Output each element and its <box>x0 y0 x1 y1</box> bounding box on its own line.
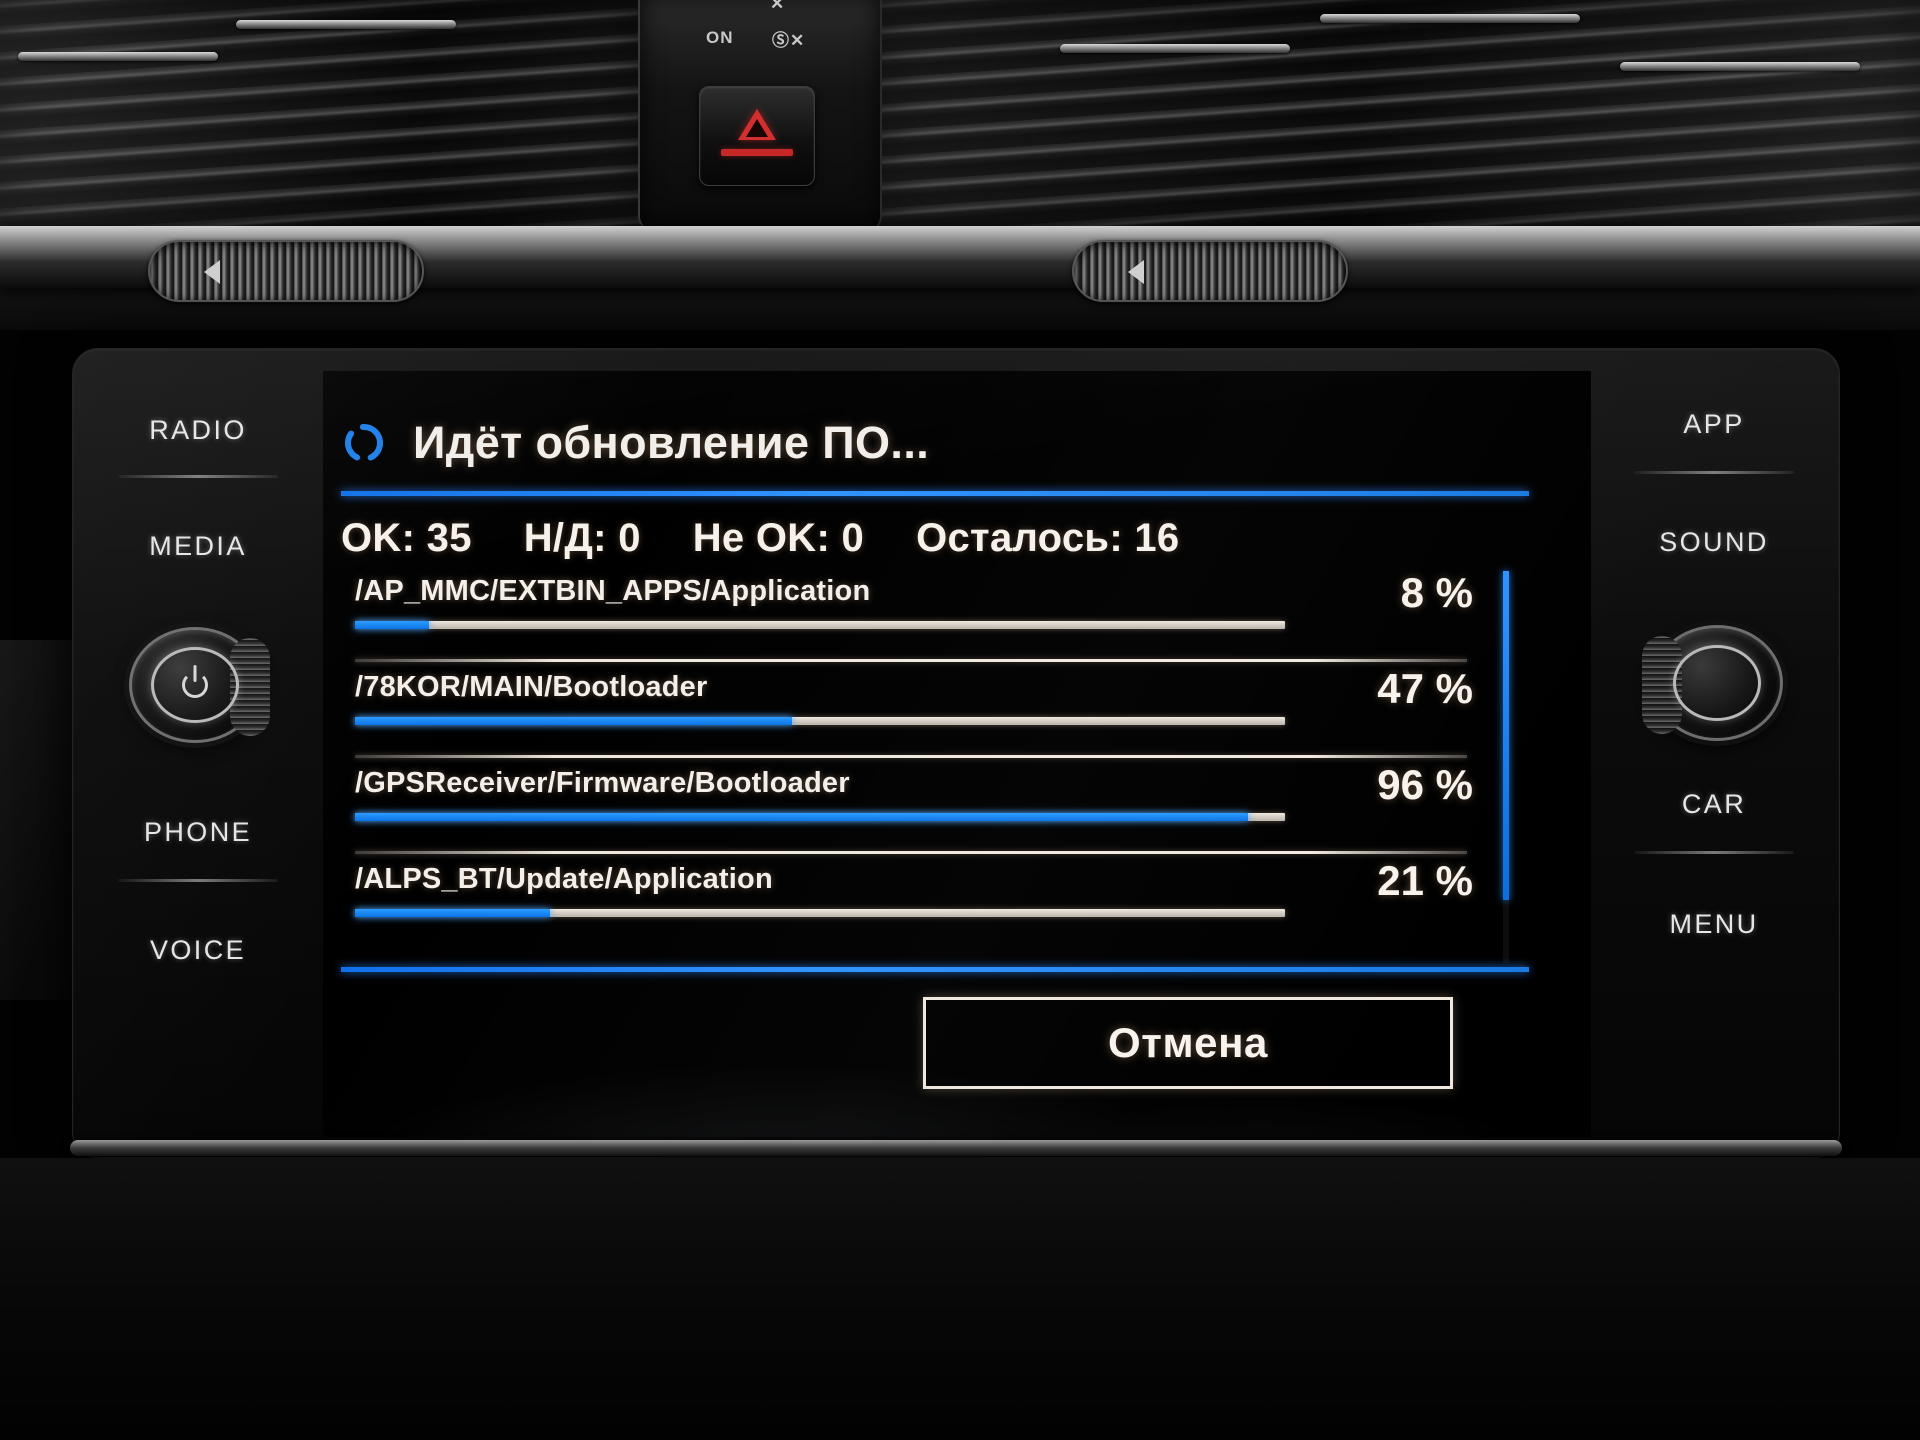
vent-on-label: ON <box>706 28 734 47</box>
list-item[interactable]: /AP_MMC/EXTBIN_APPS/Application 8 % <box>341 569 1491 669</box>
air-vent-band <box>0 0 1920 232</box>
tune-scroll-knob[interactable] <box>1642 625 1783 741</box>
vent-chrome-trim <box>18 52 218 61</box>
progress-bar-fill <box>355 621 430 629</box>
button-divider <box>118 879 278 882</box>
vertical-scrollbar-thumb[interactable] <box>1503 571 1509 901</box>
progress-path-label: /ALPS_BT/Update/Application <box>355 863 773 895</box>
progress-bar-track <box>355 813 1285 821</box>
progress-path-label: /78KOR/MAIN/Bootloader <box>355 671 708 703</box>
progress-bar-fill <box>355 909 551 917</box>
button-divider <box>118 475 278 478</box>
infotainment-head-unit: RADIO MEDIA PHONE VOICE APP SOUND CAR ME… <box>72 348 1840 1158</box>
sidebar-item-media[interactable]: MEDIA <box>73 531 323 562</box>
status-counters: OK: 35 Н/Д: 0 Не OK: 0 Осталось: 16 <box>341 511 1531 565</box>
progress-bar-fill <box>355 717 793 725</box>
progress-path-label: /AP_MMC/EXTBIN_APPS/Application <box>355 575 871 607</box>
vent-chrome-trim <box>1060 44 1290 53</box>
progress-percent-label: 21 % <box>1377 857 1473 904</box>
counter-ok-label: OK: <box>341 515 416 560</box>
hazard-warning-button[interactable] <box>699 86 815 186</box>
climate-dial-right[interactable] <box>1072 240 1348 302</box>
sidebar-item-car[interactable]: CAR <box>1589 789 1839 820</box>
sidebar-item-voice[interactable]: VOICE <box>73 935 323 966</box>
knob-chrome-ring <box>1673 645 1761 721</box>
cancel-button[interactable]: Отмена <box>923 997 1453 1089</box>
right-button-column: APP SOUND CAR MENU <box>1589 349 1839 1159</box>
counter-remaining-value: 16 <box>1134 515 1180 560</box>
lower-console <box>0 1158 1920 1440</box>
progress-path-label: /GPSReceiver/Firmware/Bootloader <box>355 767 850 799</box>
vent-off-icon: Ⓢ✕ <box>772 31 806 50</box>
progress-percent-label: 96 % <box>1377 761 1473 808</box>
sidebar-item-sound[interactable]: SOUND <box>1589 527 1839 558</box>
progress-bar-fill <box>355 813 1248 821</box>
counter-not-ok-label: Не OK: <box>692 515 831 560</box>
button-divider <box>1634 851 1794 854</box>
climate-dial-left[interactable] <box>148 240 424 302</box>
dashboard-background: ON Ⓢ✕ ✕ RADIO MEDIA PHONE VOICE APP SOUN… <box>0 0 1920 1440</box>
lower-chrome-trim <box>70 1140 1842 1156</box>
sidebar-item-radio[interactable]: RADIO <box>73 415 323 446</box>
left-button-column: RADIO MEDIA PHONE VOICE <box>73 349 323 1159</box>
vent-close-icon: ✕ <box>770 0 786 13</box>
dial-arrow-icon <box>204 260 220 284</box>
hazard-indicator-bar <box>721 149 793 156</box>
vent-chrome-trim <box>1620 62 1860 71</box>
vent-chrome-trim <box>236 20 456 29</box>
button-divider <box>1634 471 1794 474</box>
list-divider <box>355 755 1467 758</box>
counter-remaining: Осталось: 16 <box>916 516 1179 561</box>
lcd-screen[interactable]: Идёт обновление ПО... OK: 35 Н/Д: 0 Не O… <box>323 371 1591 1137</box>
counter-na: Н/Д: 0 <box>524 516 641 561</box>
progress-bar-track <box>355 909 1285 917</box>
power-icon <box>182 672 208 698</box>
list-item[interactable]: /ALPS_BT/Update/Application 21 % <box>341 857 1491 957</box>
counter-na-value: 0 <box>618 515 641 560</box>
sidebar-item-phone[interactable]: PHONE <box>73 817 323 848</box>
update-progress-list: /AP_MMC/EXTBIN_APPS/Application 8 % /78K… <box>341 569 1491 963</box>
air-vent-right <box>880 0 1920 232</box>
header-divider <box>341 491 1529 496</box>
counter-not-ok-value: 0 <box>841 515 865 560</box>
counter-ok: OK: 35 <box>341 516 472 561</box>
list-item[interactable]: /GPSReceiver/Firmware/Bootloader 96 % <box>341 761 1491 861</box>
progress-bar-track <box>355 621 1285 629</box>
counter-na-label: Н/Д: <box>523 515 607 560</box>
vent-chrome-trim <box>1320 14 1580 23</box>
power-volume-knob[interactable] <box>129 627 270 743</box>
sidebar-item-menu[interactable]: MENU <box>1589 909 1839 940</box>
air-vent-left <box>0 0 640 232</box>
counter-not-ok: Не OK: 0 <box>693 516 864 561</box>
counter-ok-value: 35 <box>426 515 472 560</box>
progress-percent-label: 47 % <box>1377 665 1473 712</box>
list-item[interactable]: /78KOR/MAIN/Bootloader 47 % <box>341 665 1491 765</box>
progress-percent-label: 8 % <box>1400 569 1473 616</box>
list-divider <box>355 659 1467 662</box>
progress-bar-track <box>355 717 1285 725</box>
dial-arrow-icon <box>1128 260 1144 284</box>
footer-divider <box>341 967 1529 972</box>
cancel-button-label: Отмена <box>1108 1019 1268 1066</box>
page-title: Идёт обновление ПО... <box>413 417 930 468</box>
counter-remaining-label: Осталось: <box>916 515 1123 560</box>
loading-spinner-icon <box>341 420 387 466</box>
sidebar-item-app[interactable]: APP <box>1589 409 1839 440</box>
warning-triangle-icon <box>738 109 776 140</box>
dialog-header: Идёт обновление ПО... <box>341 411 1531 475</box>
list-divider <box>355 851 1467 854</box>
